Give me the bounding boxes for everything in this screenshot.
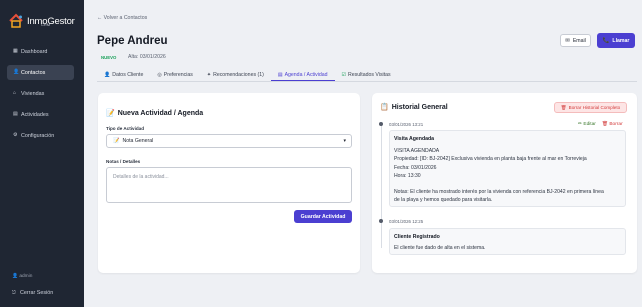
calendar-icon: ▤ (13, 111, 18, 117)
timeline-dot (379, 219, 383, 223)
tab-resultados-visitas[interactable]: ☑ Resultados Visitas (335, 69, 398, 81)
entry-line: Propiedad: [ID: BJ-2042] Exclusiva vivie… (394, 156, 587, 162)
entry-line: Hora: 13:30 (394, 173, 421, 179)
history-title-text: Historial General (391, 103, 448, 111)
new-activity-title: 📝 Nueva Actividad / Agenda (106, 109, 204, 118)
sidebar-item-contactos[interactable]: 👤 Contactos (7, 65, 74, 80)
email-button[interactable]: ✉ Email (560, 34, 591, 47)
clear-history-label: Borrar Historial Completo (568, 105, 621, 110)
activity-type-label: Tipo de Actividad (106, 126, 145, 131)
tab-label: Preferencias (163, 72, 193, 78)
brand-sub: CRM (41, 22, 51, 27)
brand-logo[interactable]: InmoGestor (8, 10, 78, 32)
delete-label: Borrar (609, 122, 623, 127)
sidebar-item-label: Contactos (21, 69, 46, 76)
entry-line: Notas: El cliente ha mostrado interés po… (394, 189, 604, 195)
activity-type-value: Nota General (122, 138, 154, 144)
sidebar-item-label: Dashboard (21, 48, 48, 55)
note-icon: 📝 (113, 138, 120, 144)
delete-entry-button[interactable]: 🗑 Borrar (602, 122, 623, 127)
tab-label: Datos Cliente (112, 72, 144, 78)
page-title: Pepe Andreu (97, 35, 168, 47)
call-button[interactable]: 📞 Llamar (597, 33, 635, 48)
edit-entry-button[interactable]: ✏ Editar (578, 122, 596, 127)
user-icon: 👤 (13, 69, 20, 75)
brand-name: InmoGestor (27, 15, 75, 27)
history-title: 📋 Historial General (380, 103, 448, 112)
tab-label: Resultados Visitas (348, 72, 391, 78)
save-activity-button[interactable]: Guardar Actividad (294, 210, 352, 223)
entry-title: Cliente Registrado (394, 234, 440, 240)
entry-line: de la playa y hemos quedado para visitar… (394, 197, 493, 203)
home-icon: ⌂ (13, 90, 17, 96)
call-button-label: Llamar (612, 37, 630, 44)
sidebar: InmoGestor CRM ▦ Dashboard 👤 Contactos ⌂… (0, 0, 84, 307)
trash-icon: 🗑 (601, 122, 608, 127)
sidebar-item-dashboard[interactable]: ▦ Dashboard (7, 44, 74, 59)
phone-icon: 📞 (602, 37, 610, 44)
entry-line: El cliente fue dado de alta en el sistem… (394, 245, 486, 251)
pencil-icon: ✏ (578, 122, 583, 127)
new-activity-card: 📝 Nueva Actividad / Agenda Tipo de Activ… (98, 93, 360, 273)
check-icon: ☑ (341, 72, 347, 78)
house-logo-icon (9, 13, 23, 28)
edit-label: Editar (583, 122, 596, 127)
history-card: 📋 Historial General 🗑 Borrar Historial C… (372, 93, 637, 273)
timeline-dot (379, 122, 383, 126)
activity-type-select[interactable]: 📝 Nota General ▾ (106, 134, 352, 148)
entry-date: 03/01/2026 13:21 (389, 122, 424, 127)
new-activity-title-text: Nueva Actividad / Agenda (117, 109, 204, 117)
tab-agenda-actividad[interactable]: ▤ Agenda / Actividad (270, 69, 335, 81)
history-entry: Visita Agendada VISITA AGENDADA Propieda… (389, 130, 626, 207)
entry-line: VISITA AGENDADA (394, 148, 440, 154)
sidebar-item-label: Configuración (21, 132, 55, 139)
sidebar-nav: ▦ Dashboard 👤 Contactos ⌂ Viviendas ▤ Ac… (7, 44, 74, 149)
target-icon: ◎ (157, 72, 162, 78)
sidebar-item-label: Viviendas (21, 90, 45, 97)
logout-icon: ⎋ (12, 290, 16, 296)
tab-bar: 👤 Datos Cliente ◎ Preferencias ✦ Recomen… (97, 69, 637, 82)
calendar-icon: ▤ (277, 71, 283, 78)
sidebar-item-actividades[interactable]: ▤ Actividades (7, 107, 74, 122)
entry-title: Visita Agendada (394, 136, 435, 142)
gear-icon: ⚙ (13, 132, 18, 138)
email-button-label: Email (572, 37, 586, 44)
user-icon: 👤 (104, 72, 111, 78)
dashboard-icon: ▦ (13, 48, 18, 54)
timeline-line (381, 123, 382, 248)
entry-actions: ✏ Editar 🗑 Borrar (578, 122, 623, 127)
trash-icon: 🗑 (560, 104, 567, 110)
logout-label: Cerrar Sesión (19, 290, 54, 296)
sparkle-icon: ✦ (206, 72, 212, 78)
clipboard-icon: 📋 (380, 104, 389, 111)
status-badge: NUEVO (101, 55, 117, 60)
details-placeholder: Detalles de la actividad... (113, 174, 169, 180)
clear-history-button[interactable]: 🗑 Borrar Historial Completo (554, 102, 627, 113)
chevron-down-icon: ▾ (343, 138, 346, 144)
history-entry: Cliente Registrado El cliente fue dado d… (389, 228, 626, 255)
logout-button[interactable]: ⎋ Cerrar Sesión (12, 290, 53, 296)
user-name: admin (19, 274, 33, 279)
details-textarea[interactable]: Detalles de la actividad... (106, 167, 352, 203)
tab-datos-cliente[interactable]: 👤 Datos Cliente (97, 69, 150, 81)
entry-line: Fecha: 03/01/2026 (394, 165, 437, 171)
entry-date: 03/01/2026 12:25 (389, 219, 424, 224)
note-icon: 📝 (106, 110, 115, 117)
details-label: Notas / Detalles (106, 159, 141, 164)
sidebar-item-configuracion[interactable]: ⚙ Configuración (7, 128, 74, 143)
mail-icon: ✉ (565, 37, 570, 44)
tab-preferencias[interactable]: ◎ Preferencias (150, 69, 200, 81)
tab-label: Recomendaciones (1) (213, 72, 264, 78)
tab-recomendaciones[interactable]: ✦ Recomendaciones (1) (200, 69, 271, 81)
registration-date: Alta: 03/01/2026 (128, 54, 166, 60)
sidebar-item-label: Actividades (21, 111, 49, 118)
back-to-contacts-link[interactable]: ← Volver a Contactos (97, 15, 147, 21)
sidebar-item-viviendas[interactable]: ⌂ Viviendas (7, 86, 74, 101)
tab-label: Agenda / Actividad (284, 71, 328, 78)
current-user: 👤 admin (12, 274, 32, 279)
